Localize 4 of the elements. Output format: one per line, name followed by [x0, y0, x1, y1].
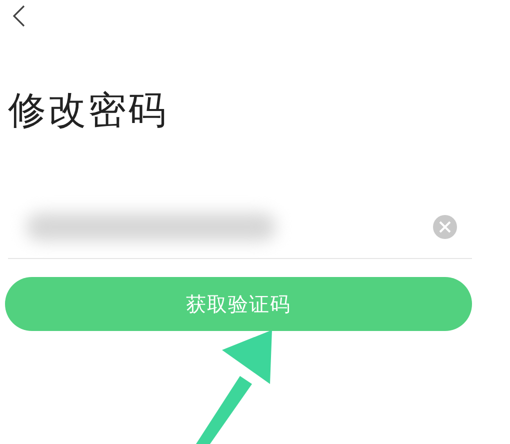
back-icon[interactable]: [12, 4, 26, 28]
get-code-button[interactable]: 获取验证码: [5, 277, 472, 331]
page-title: 修改密码: [8, 87, 169, 134]
clear-icon[interactable]: [432, 214, 458, 240]
